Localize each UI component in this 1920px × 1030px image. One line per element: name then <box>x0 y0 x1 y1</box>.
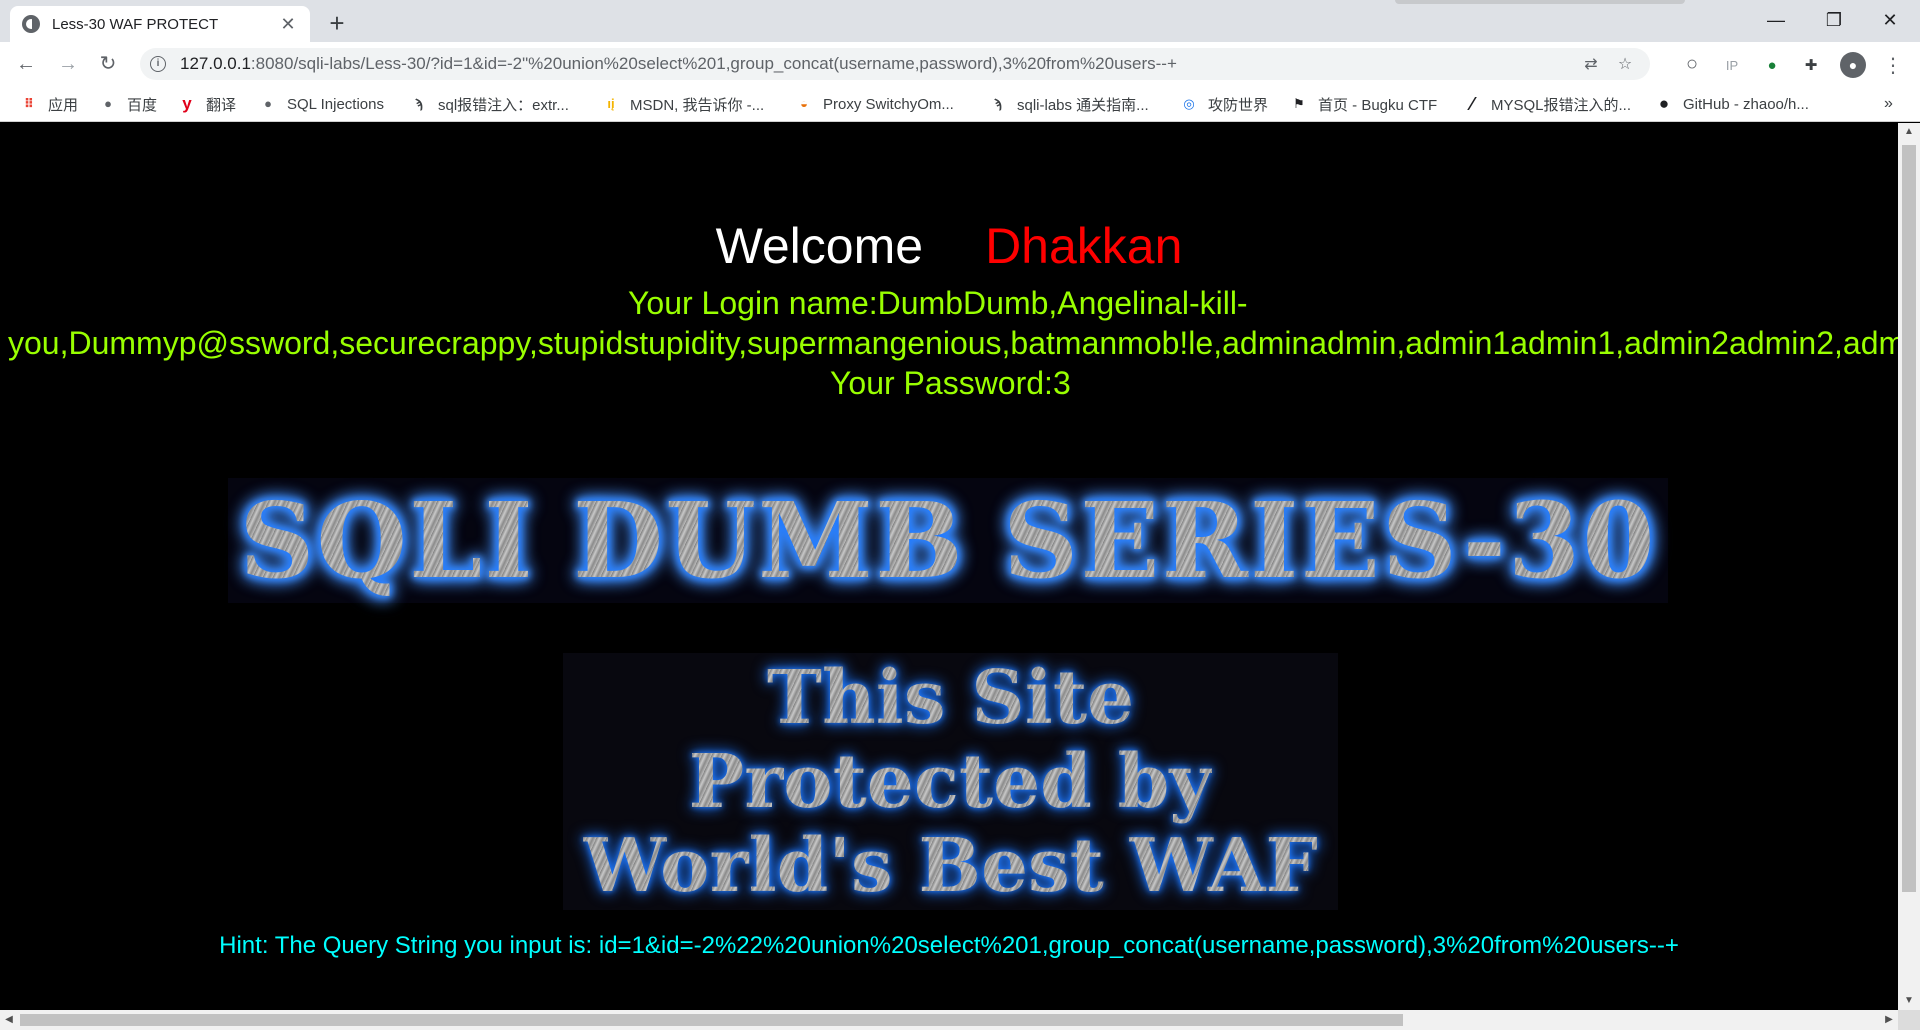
bookmark-label: Proxy SwitchyOm... <box>823 95 954 113</box>
bookmark-github[interactable]: ● GitHub - zhaoo/h... <box>1655 92 1809 116</box>
bird-icon: ϡ <box>415 96 423 111</box>
bookmark-translate[interactable]: y 翻译 <box>178 92 236 116</box>
vertical-scroll-thumb[interactable] <box>1902 145 1916 892</box>
bookmark-msdn[interactable]: ıį MSDN, 我告诉你 -... <box>602 92 764 116</box>
globe-icon: ● <box>104 96 112 111</box>
login-name-line2: you,Dummyp@ssword,securecrappy,stupidstu… <box>8 325 1898 361</box>
close-tab-icon[interactable]: ✕ <box>278 14 298 35</box>
bookmark-sql-error-injection[interactable]: ϡ sql报错注入：extr... <box>410 92 569 116</box>
bookmark-sql-injections[interactable]: ● SQL Injections <box>259 92 384 116</box>
bookmark-label: sqli-labs 通关指南... <box>1017 96 1149 114</box>
bookmark-label: SQL Injections <box>287 95 384 113</box>
waf-line-2: Protected by <box>688 738 1213 825</box>
flag-icon: ⚑ <box>1293 96 1305 111</box>
site-info-icon[interactable]: i <box>150 56 166 72</box>
globe-icon: ● <box>264 96 272 111</box>
back-button[interactable]: ← <box>12 50 40 78</box>
scroll-right-icon[interactable]: ▶ <box>1880 1010 1898 1030</box>
youdao-icon: y <box>182 94 192 113</box>
bookmark-attack-defense-world[interactable]: ◎ 攻防世界 <box>1180 92 1268 116</box>
profile-avatar-icon[interactable]: ● <box>1840 52 1866 78</box>
url-text[interactable]: 127.0.0.1:8080/sqli-labs/Less-30/?id=1&i… <box>180 54 1177 74</box>
extension-circle-icon[interactable]: ○ <box>1681 53 1703 75</box>
page-viewport: Welcome Dhakkan Your Login name:DumbDumb,… <box>0 123 1898 1010</box>
bookmark-sqli-labs-guide[interactable]: ϡ sqli-labs 通关指南... <box>989 92 1149 116</box>
scroll-left-icon[interactable]: ◀ <box>0 1010 18 1030</box>
new-tab-button[interactable]: + <box>322 8 352 38</box>
globe-icon <box>22 15 40 33</box>
bookmark-label: 首页 - Bugku CTF <box>1318 96 1438 114</box>
address-bar[interactable]: i 127.0.0.1:8080/sqli-labs/Less-30/?id=1… <box>140 48 1650 80</box>
horizontal-scrollbar[interactable]: ◀ ▶ <box>0 1010 1898 1030</box>
url-host: 127.0.0.1 <box>180 54 251 73</box>
github-icon: ● <box>1658 94 1670 113</box>
bookmarks-bar: ⠿ 应用 ● 百度 y 翻译 ● SQL Injections ϡ sql报错注… <box>0 86 1920 122</box>
bookmark-label: 百度 <box>127 96 158 114</box>
switchyomega-icon: ◒ <box>800 96 808 111</box>
translate-icon[interactable]: ⇄ <box>1580 54 1602 76</box>
bookmark-proxy-switchyomega[interactable]: ◒ Proxy SwitchyOm... <box>795 92 954 116</box>
scroll-up-icon[interactable]: ▲ <box>1898 123 1920 141</box>
bird-icon: ϡ <box>994 96 1002 111</box>
browser-tab[interactable]: Less-30 WAF PROTECT ✕ <box>10 6 310 42</box>
browser-toolbar: ← → ↻ i 127.0.0.1:8080/sqli-labs/Less-30… <box>0 42 1920 86</box>
waf-line-1: This Site <box>766 654 1135 741</box>
tab-strip: Less-30 WAF PROTECT ✕ + — ❐ ✕ <box>0 0 1920 42</box>
scroll-down-icon[interactable]: ▼ <box>1898 992 1920 1010</box>
welcome-text: Welcome <box>715 218 924 274</box>
welcome-name: Dhakkan <box>985 218 1183 274</box>
slash-icon: ⁄ <box>1470 94 1474 114</box>
bookmark-label: MYSQL报错注入的... <box>1491 96 1632 114</box>
forward-button[interactable]: → <box>54 50 82 78</box>
bookmarks-overflow-button[interactable]: » <box>1884 92 1893 116</box>
vertical-scrollbar[interactable]: ▲ ▼ <box>1898 123 1920 1010</box>
bookmark-label: 应用 <box>48 96 79 114</box>
tab-title: Less-30 WAF PROTECT <box>52 15 219 33</box>
extension-green-icon[interactable]: ● <box>1761 55 1783 77</box>
bookmark-label: sql报错注入：extr... <box>438 96 569 114</box>
waf-banner-image: This Site Protected by World's Best WAF <box>563 653 1338 910</box>
star-icon[interactable]: ☆ <box>1614 54 1636 76</box>
minimize-button[interactable]: — <box>1756 6 1796 34</box>
login-name-line1: Your Login name:DumbDumb,Angelinal-kill- <box>628 285 1248 321</box>
ip-extension-icon[interactable]: IP <box>1721 55 1743 77</box>
url-path: :8080/sqli-labs/Less-30/?id=1&id=-2"%20u… <box>250 54 1177 73</box>
bookmark-label: MSDN, 我告诉你 -... <box>630 96 765 114</box>
bookmark-bugku-ctf[interactable]: ⚑ 首页 - Bugku CTF <box>1290 92 1437 116</box>
password-line: Your Password:3 <box>830 365 1071 401</box>
extensions-puzzle-icon[interactable]: ✚ <box>1800 55 1822 77</box>
scrollbar-corner <box>1898 1010 1920 1030</box>
menu-icon[interactable]: ⋮ <box>1882 55 1904 77</box>
bookmark-baidu[interactable]: ● 百度 <box>99 92 157 116</box>
series-banner-text: SQLI DUMB SERIES-30 <box>239 479 1657 602</box>
reload-button[interactable]: ↻ <box>94 50 122 78</box>
close-window-button[interactable]: ✕ <box>1870 6 1910 34</box>
apps-grid-icon: ⠿ <box>23 96 35 111</box>
bookmark-label: 翻译 <box>206 96 237 114</box>
query-hint: Hint: The Query String you input is: id=… <box>219 932 1679 959</box>
attack-world-icon: ◎ <box>1183 96 1195 111</box>
horizontal-scroll-thumb[interactable] <box>20 1014 1403 1026</box>
series-banner-image: SQLI DUMB SERIES-30 <box>228 478 1668 603</box>
bookmark-mysql-error-injection[interactable]: ⁄ MYSQL报错注入的... <box>1463 92 1631 116</box>
welcome-heading: Welcome Dhakkan <box>0 216 1898 276</box>
tab-search-handle <box>1395 0 1685 4</box>
msdn-icon: ıį <box>607 96 615 111</box>
waf-line-3: World's Best WAF <box>583 822 1318 909</box>
bookmark-label: GitHub - zhaoo/h... <box>1683 95 1809 113</box>
restore-button[interactable]: ❐ <box>1814 6 1854 34</box>
bookmark-apps[interactable]: ⠿ 应用 <box>20 92 78 116</box>
bookmark-label: 攻防世界 <box>1208 96 1269 114</box>
